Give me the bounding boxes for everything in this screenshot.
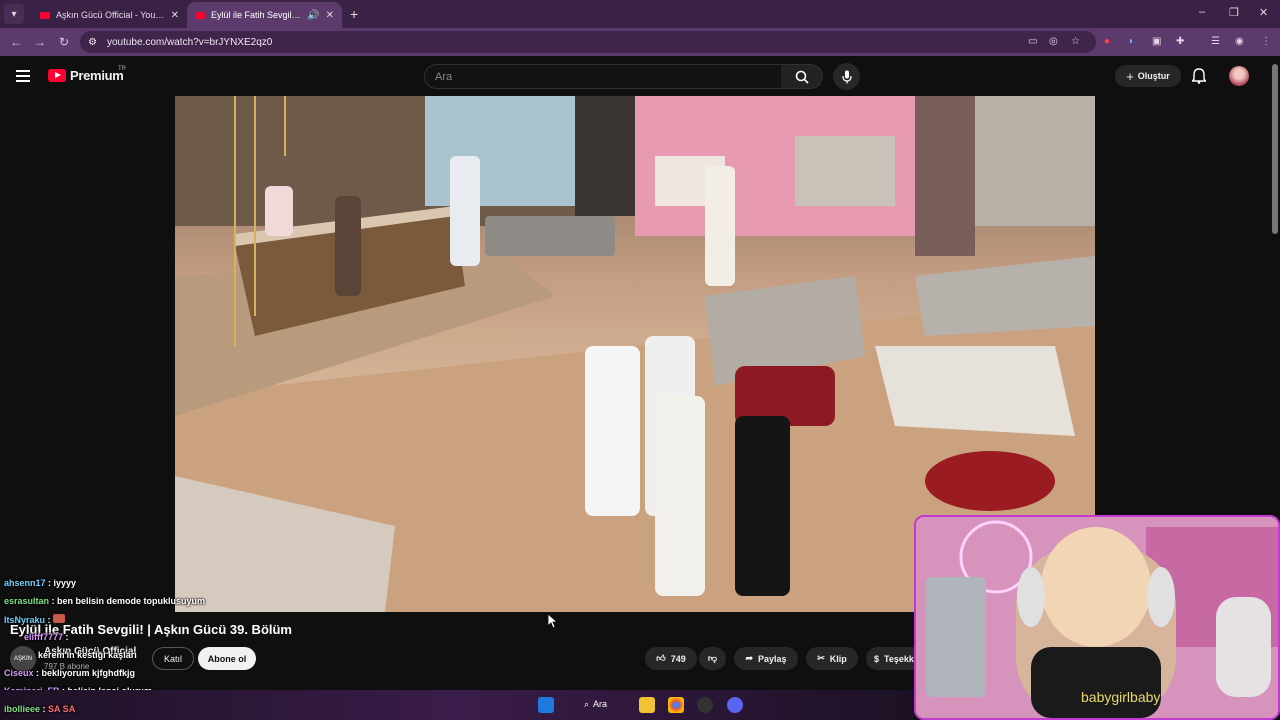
profile-icon[interactable]: ◉ <box>1235 36 1244 47</box>
chat-message: elifff7777 : <box>24 632 69 642</box>
chat-text: iyyyy <box>53 578 77 588</box>
forward-arrow-icon[interactable]: → <box>28 35 52 49</box>
create-label: Oluştur <box>1137 71 1170 81</box>
youtube-play-icon <box>48 69 66 82</box>
chat-user: ibollieee <box>4 704 41 714</box>
windows-start-icon[interactable] <box>538 697 554 713</box>
address-bar[interactable]: ⚙ youtube.com/watch?v=brJYNXE2qz0 <box>80 31 1096 53</box>
browser-toolbar: ← → ↻ ⚙ youtube.com/watch?v=brJYNXE2qz0 … <box>0 28 1280 56</box>
join-button[interactable]: Katıl <box>152 647 194 670</box>
close-window-button[interactable]: ✕ <box>1259 6 1268 19</box>
webcam-overlay: babygirlbaby <box>914 515 1280 720</box>
search-icon <box>795 70 809 84</box>
youtube-header: Premium TR Ara + Oluştur <box>0 56 1280 96</box>
chat-text: ben belisin demode topuklusuyum <box>57 596 206 606</box>
extensions-puzzle-icon[interactable]: ✚ <box>1176 36 1184 47</box>
chat-message: ibollieee : SA SA <box>4 704 76 714</box>
notifications-bell-icon[interactable] <box>1192 68 1206 84</box>
thumbs-up-icon: 👍︎ <box>656 653 666 663</box>
share-arrow-icon: ➦ <box>745 653 753 663</box>
youtube-premium-logo[interactable]: Premium <box>48 68 124 83</box>
share-button[interactable]: ➦ Paylaş <box>734 647 798 670</box>
scissors-icon: ✂ <box>817 653 825 663</box>
maximize-button[interactable]: ❐ <box>1229 6 1239 19</box>
browser-tab-bar: ▾ Aşkın Gücü Official - YouTube ✕ Eylül … <box>0 0 1280 28</box>
url-text: youtube.com/watch?v=brJYNXE2qz0 <box>106 36 273 48</box>
reading-list-icon[interactable]: ☰ <box>1211 36 1220 47</box>
tab-close-icon[interactable]: ✕ <box>326 10 334 21</box>
chat-message: esrasultan : ben belisin demode topuklus… <box>4 596 206 606</box>
tab-search-button[interactable]: ▾ <box>4 4 24 24</box>
chat-text: SA SA <box>48 704 76 714</box>
discord-icon[interactable] <box>727 697 743 713</box>
plus-icon: + <box>1126 68 1134 84</box>
thumbs-down-icon: 👎︎ <box>707 653 718 663</box>
speaker-icon[interactable]: 🔊 <box>307 10 319 21</box>
menu-hamburger-icon[interactable] <box>16 70 30 82</box>
thanks-label: Teşekkürler <box>884 653 914 664</box>
dislike-button[interactable]: 👎︎ <box>699 647 726 670</box>
chat-user: esrasultan <box>4 596 50 606</box>
mouse-cursor-icon <box>548 614 558 628</box>
streamer-camera-frame: babygirlbaby <box>916 517 1278 718</box>
bookmark-star-icon[interactable]: ☆ <box>1071 36 1080 47</box>
youtube-favicon-icon <box>40 11 50 19</box>
back-arrow-icon[interactable]: ← <box>4 35 28 49</box>
tab-title: Aşkın Gücü Official - YouTube <box>56 10 165 20</box>
account-avatar[interactable] <box>1229 66 1249 86</box>
youtube-favicon-icon <box>195 11 205 19</box>
tab-video[interactable]: Eylül ile Fatih Sevgili! | Aşkın Gücü 39… <box>187 2 342 28</box>
create-button[interactable]: + Oluştur <box>1115 65 1181 87</box>
chat-text: kerem'in kestiği kaşları <box>38 650 137 660</box>
thanks-button[interactable]: $ Teşekkürler <box>866 647 914 670</box>
extension-record-icon[interactable]: ● <box>1104 36 1110 47</box>
reload-icon[interactable]: ↻ <box>52 35 76 49</box>
chat-message: ItsNyraku : <box>4 614 66 625</box>
tab-channel[interactable]: Aşkın Gücü Official - YouTube ✕ <box>32 2 187 28</box>
search-button[interactable] <box>781 64 823 89</box>
new-tab-button[interactable]: + <box>350 6 358 22</box>
chat-message: Ciseux : bekliyorum kjfghdfkjg <box>4 668 136 678</box>
clip-button[interactable]: ✂ Klip <box>806 647 858 670</box>
cast-icon[interactable]: ▭ <box>1028 36 1037 47</box>
chat-text: bekliyorum kjfghdfkjg <box>41 668 136 678</box>
logo-text: Premium <box>70 68 124 83</box>
thanks-icon: $ <box>874 653 880 664</box>
chat-user: ahsenn17 <box>4 578 46 588</box>
obs-icon[interactable] <box>697 697 713 713</box>
chat-user: elifff7777 <box>24 632 64 642</box>
site-info-icon[interactable]: ⚙ <box>88 37 97 48</box>
tab-close-icon[interactable]: ✕ <box>171 10 179 21</box>
eye-off-icon[interactable]: ◎ <box>1049 36 1058 47</box>
emote-icon <box>53 614 66 623</box>
tab-title: Eylül ile Fatih Sevgili! | Aşkın Gücü 39… <box>211 10 301 20</box>
chat-message: ahsenn17 : iyyyy <box>4 578 77 588</box>
chat-user: Ciseux <box>4 668 34 678</box>
chrome-icon[interactable] <box>668 697 684 713</box>
like-button[interactable]: 👍︎ 749 <box>645 647 697 670</box>
search-input[interactable]: Ara <box>424 64 782 89</box>
chat-user: ItsNyraku <box>4 615 46 625</box>
shirt-text: babygirlbaby <box>1081 689 1160 705</box>
taskbar-search[interactable]: ⌕ Ara <box>584 699 607 710</box>
windows-taskbar <box>0 690 914 720</box>
search-icon: ⌕ <box>584 699 590 709</box>
subscribe-button[interactable]: Abone ol <box>198 647 256 670</box>
extension-icon[interactable]: ▣ <box>1152 36 1161 47</box>
share-label: Paylaş <box>758 653 787 664</box>
clip-label: Klip <box>829 653 847 664</box>
file-explorer-icon[interactable] <box>639 697 655 713</box>
extension-audio-icon[interactable]: ◗ <box>1128 36 1134 47</box>
region-code: TR <box>118 66 126 72</box>
chat-message: kerem'in kestiği kaşları <box>38 650 137 660</box>
browser-menu-icon[interactable]: ⋮ <box>1261 36 1271 47</box>
voice-search-button[interactable] <box>833 63 860 90</box>
taskbar-search-label: Ara <box>593 699 608 709</box>
microphone-icon <box>841 70 852 83</box>
minimize-button[interactable]: – <box>1199 6 1205 18</box>
page-scrollbar[interactable] <box>1272 64 1278 234</box>
like-count: 749 <box>670 653 686 664</box>
